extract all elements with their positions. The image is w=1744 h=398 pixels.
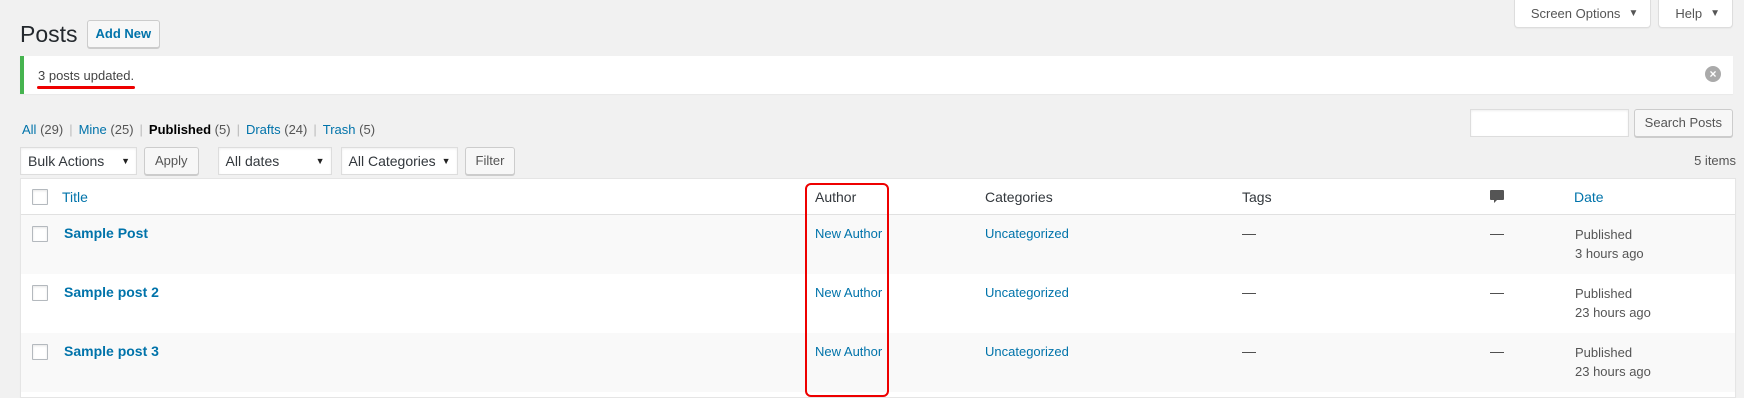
view-separator: | <box>69 122 73 137</box>
author-link[interactable]: New Author <box>815 226 882 241</box>
categories-filter-value: All Categories <box>348 153 436 169</box>
post-status: Published <box>1575 286 1633 301</box>
view-separator: | <box>313 122 317 137</box>
tags-value: — <box>1242 225 1256 241</box>
comments-value: — <box>1490 225 1504 241</box>
comments-value: — <box>1490 343 1504 359</box>
view-separator: | <box>139 122 143 137</box>
filter-button[interactable]: Filter <box>464 147 516 175</box>
caret-down-icon: ▼ <box>441 156 451 166</box>
screen-options-button[interactable]: Screen Options ▼ <box>1513 0 1652 28</box>
table-header: Title Author Categories Tags Date <box>21 179 1735 215</box>
category-link[interactable]: Uncategorized <box>985 285 1069 300</box>
updated-notice: 3 posts updated. × <box>20 56 1733 94</box>
search-posts-button[interactable]: Search Posts <box>1633 109 1733 137</box>
dates-filter-select[interactable]: All dates ▼ <box>217 147 332 175</box>
author-link[interactable]: New Author <box>815 344 882 359</box>
search-input[interactable] <box>1469 109 1629 137</box>
row-checkbox[interactable] <box>32 344 48 360</box>
post-status: Published <box>1575 227 1633 242</box>
view-drafts-label[interactable]: Drafts <box>246 122 281 137</box>
view-all-count: (29) <box>40 122 64 137</box>
select-all-checkbox[interactable] <box>32 189 48 205</box>
view-mine-label[interactable]: Mine <box>79 122 107 137</box>
view-trash-label[interactable]: Trash <box>323 122 356 137</box>
view-separator: | <box>236 122 240 137</box>
table-row: Sample post 3 New Author Uncategorized —… <box>21 333 1735 392</box>
column-author: Author <box>815 189 857 205</box>
tablenav-top: Bulk Actions ▼ Apply All dates ▼ All Cat… <box>20 147 516 175</box>
post-status-views: All (29) | Mine (25) | Published (5) | D… <box>22 122 375 137</box>
post-status: Published <box>1575 345 1633 360</box>
comment-bubble-icon[interactable] <box>1489 189 1505 208</box>
column-title[interactable]: Title <box>62 189 88 205</box>
row-checkbox[interactable] <box>32 226 48 242</box>
view-published[interactable]: Published (5) <box>149 122 231 137</box>
post-title-link[interactable]: Sample Post <box>64 225 148 241</box>
post-time: 23 hours ago <box>1575 305 1651 320</box>
items-count: 5 items <box>1694 153 1736 168</box>
tags-value: — <box>1242 284 1256 300</box>
view-published-label[interactable]: Published <box>149 122 211 137</box>
page-heading: Posts Add New <box>20 18 161 50</box>
date-cell: Published 23 hours ago <box>1575 343 1651 381</box>
caret-down-icon: ▼ <box>1628 8 1639 19</box>
table-row: Sample post 2 New Author Uncategorized —… <box>21 274 1735 333</box>
caret-down-icon: ▼ <box>315 156 325 166</box>
view-mine-count: (25) <box>110 122 134 137</box>
view-mine[interactable]: Mine (25) <box>79 122 134 137</box>
caret-down-icon: ▼ <box>121 156 130 166</box>
dates-filter-value: All dates <box>225 153 280 169</box>
view-trash[interactable]: Trash (5) <box>323 122 375 137</box>
view-drafts[interactable]: Drafts (24) <box>246 122 307 137</box>
view-trash-count: (5) <box>359 122 376 137</box>
notice-message: 3 posts updated. <box>38 68 135 83</box>
post-title-link[interactable]: Sample post 2 <box>64 284 159 300</box>
screen-options-label: Screen Options <box>1530 6 1621 21</box>
comments-value: — <box>1490 284 1504 300</box>
author-link[interactable]: New Author <box>815 285 882 300</box>
bulk-actions-value: Bulk Actions <box>28 153 105 169</box>
search-box: Search Posts <box>1469 109 1733 137</box>
post-time: 23 hours ago <box>1575 364 1651 379</box>
page-title: Posts <box>20 21 78 47</box>
category-link[interactable]: Uncategorized <box>985 226 1069 241</box>
view-all[interactable]: All (29) <box>22 122 63 137</box>
row-checkbox[interactable] <box>32 285 48 301</box>
date-cell: Published 23 hours ago <box>1575 284 1651 322</box>
table-row: Sample Post New Author Uncategorized — —… <box>21 215 1735 274</box>
tags-value: — <box>1242 343 1256 359</box>
dismiss-icon[interactable]: × <box>1705 66 1721 82</box>
caret-down-icon: ▼ <box>1710 8 1720 19</box>
screen-meta-links: Screen Options ▼ Help ▼ <box>1513 0 1733 28</box>
posts-table: Title Author Categories Tags Date Sample… <box>20 178 1736 398</box>
help-label: Help <box>1675 6 1703 21</box>
help-button[interactable]: Help ▼ <box>1658 0 1733 28</box>
column-categories: Categories <box>985 189 1053 205</box>
categories-filter-select[interactable]: All Categories ▼ <box>340 147 458 175</box>
bulk-actions-select[interactable]: Bulk Actions ▼ <box>20 147 137 175</box>
date-cell: Published 3 hours ago <box>1575 225 1644 263</box>
view-drafts-count: (24) <box>284 122 308 137</box>
column-tags: Tags <box>1242 189 1272 205</box>
category-link[interactable]: Uncategorized <box>985 344 1069 359</box>
annotation-underline <box>37 86 135 89</box>
add-new-button[interactable]: Add New <box>86 20 161 48</box>
apply-button[interactable]: Apply <box>144 147 199 175</box>
column-date[interactable]: Date <box>1574 189 1604 205</box>
post-title-link[interactable]: Sample post 3 <box>64 343 159 359</box>
post-time: 3 hours ago <box>1575 246 1644 261</box>
view-published-count: (5) <box>214 122 231 137</box>
view-all-label[interactable]: All <box>22 122 36 137</box>
